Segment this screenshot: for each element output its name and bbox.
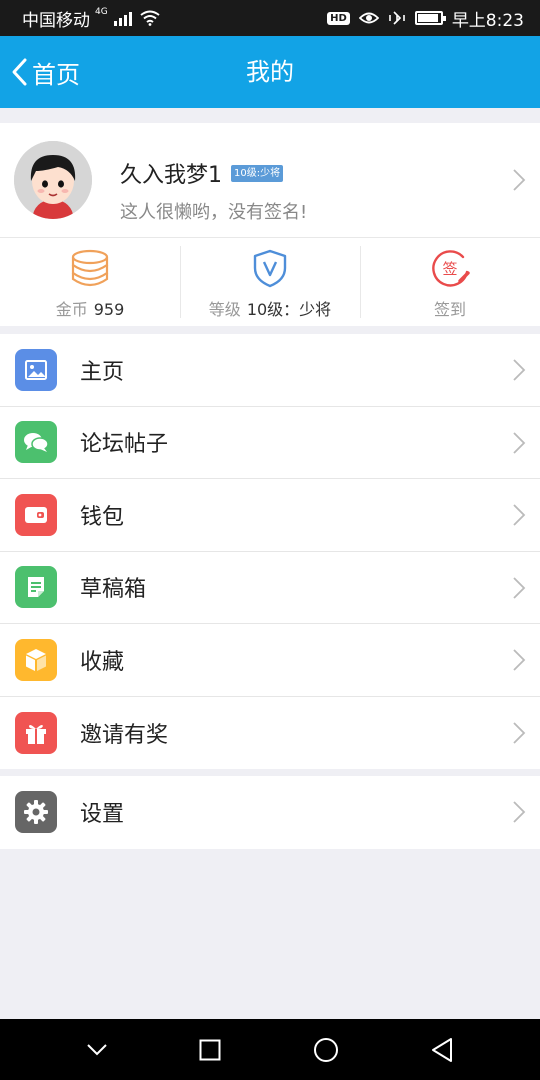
menu-item-forum-posts[interactable]: 论坛帖子 [0, 407, 540, 479]
profile-card[interactable]: 久入我梦1 10级:少将 这人很懒哟，没有签名! [0, 123, 540, 237]
level-stat[interactable]: 等级 10级：少将 [180, 238, 360, 326]
cube-icon [15, 638, 57, 681]
chevron-right-icon [513, 576, 526, 599]
menu-label-favorites: 收藏 [80, 649, 125, 675]
chevron-right-icon [513, 801, 526, 823]
menu-label-homepage: 主页 [80, 359, 125, 385]
coins-label-text: 金币 [55, 300, 88, 319]
recent-apps-icon[interactable] [199, 1039, 221, 1061]
chevron-right-icon [513, 504, 526, 526]
menu-label-forum-posts: 论坛帖子 [80, 432, 169, 458]
coins-value: 959 [93, 300, 125, 319]
main-menu: 主页 论坛帖子 钱包 草稿箱 收藏 邀请有奖 [0, 334, 540, 769]
username-text: 久入我梦1 [120, 163, 222, 188]
system-nav-bar [0, 1019, 540, 1080]
title-bar: 首页 我的 [0, 36, 540, 108]
back-button[interactable]: 首页 [10, 36, 80, 108]
back-nav-icon[interactable] [430, 1037, 454, 1063]
wifi-icon [140, 10, 160, 26]
settings-menu: 设置 [0, 776, 540, 849]
image-icon [15, 348, 57, 391]
menu-item-homepage[interactable]: 主页 [0, 334, 540, 407]
chevron-left-icon [12, 58, 27, 86]
level-value: 10级：少将 [246, 300, 332, 319]
avatar-illustration [14, 141, 92, 219]
chevron-right-icon [513, 649, 526, 671]
page-title: 我的 [246, 58, 294, 86]
menu-label-drafts: 草稿箱 [80, 577, 147, 603]
chevron-down-icon[interactable] [86, 1043, 108, 1057]
eye-comfort-icon [358, 12, 379, 24]
shield-icon [253, 249, 287, 288]
coins-icon [71, 249, 109, 287]
signal-icon [113, 11, 132, 26]
home-icon[interactable] [313, 1037, 339, 1063]
menu-item-settings[interactable]: 设置 [0, 776, 540, 849]
hd-icon: HD [327, 11, 350, 25]
gear-icon [15, 791, 57, 834]
signature: 这人很懒哟，没有签名! [120, 202, 308, 223]
coins-label: 金币 959 [56, 296, 125, 320]
checkin-stat[interactable]: 签 签到 [360, 238, 540, 326]
status-bar: 中国移动 4G HD 早上8:23 [0, 0, 540, 36]
vibrate-icon [389, 11, 405, 25]
chevron-right-icon [513, 169, 526, 191]
menu-item-wallet[interactable]: 钱包 [0, 479, 540, 552]
wallet-icon [15, 493, 57, 536]
menu-label-invite-rewards: 邀请有奖 [80, 722, 169, 748]
username: 久入我梦1 10级:少将 [120, 157, 284, 189]
battery-icon [414, 11, 446, 25]
chevron-right-icon [513, 721, 526, 744]
clock: 早上8:23 [451, 10, 524, 31]
checkin-label: 签到 [433, 300, 466, 319]
gift-icon [15, 711, 57, 754]
menu-item-invite-rewards[interactable]: 邀请有奖 [0, 697, 540, 770]
menu-label-settings: 设置 [80, 802, 125, 828]
menu-item-drafts[interactable]: 草稿箱 [0, 552, 540, 624]
carrier-name: 中国移动 [22, 10, 90, 31]
level-label-text: 等级 [208, 300, 241, 319]
level-badge: 10级:少将 [231, 164, 284, 182]
menu-label-wallet: 钱包 [80, 504, 125, 530]
menu-item-favorites[interactable]: 收藏 [0, 624, 540, 697]
chevron-right-icon [513, 431, 526, 454]
chat-bubbles-icon [15, 421, 57, 464]
draft-icon [15, 566, 57, 609]
network-type: 4G [95, 7, 108, 17]
checkin-icon-text: 签 [442, 260, 457, 278]
chevron-right-icon [513, 359, 526, 381]
back-label: 首页 [32, 60, 80, 89]
checkin-icon: 签 [432, 250, 470, 287]
level-label: 等级 10级：少将 [209, 296, 331, 320]
avatar[interactable] [14, 141, 92, 219]
coins-stat[interactable]: 金币 959 [0, 238, 180, 326]
stats-row: 金币 959 等级 10级：少将 签 签到 [0, 237, 540, 326]
